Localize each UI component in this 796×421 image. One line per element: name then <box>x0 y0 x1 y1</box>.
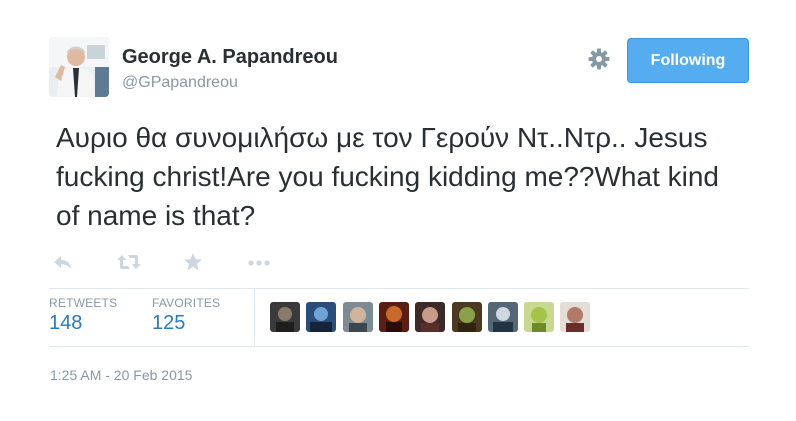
retweet-icon[interactable] <box>116 250 142 274</box>
favoriter-avatar-1[interactable] <box>270 302 300 332</box>
favoriter-avatar-7[interactable] <box>488 302 518 332</box>
favoriter-avatar-2[interactable] <box>306 302 336 332</box>
stats-divider-top <box>49 288 749 289</box>
retweets-label: RETWEETS <box>49 296 118 310</box>
more-icon[interactable] <box>246 250 272 274</box>
favoriter-avatar-3[interactable] <box>343 302 373 332</box>
favorites-label: FAVORITES <box>152 296 221 310</box>
favoriter-avatar-6[interactable] <box>452 302 482 332</box>
following-button[interactable]: Following <box>627 38 749 83</box>
tweet-timestamp[interactable]: 1:25 AM - 20 Feb 2015 <box>50 367 192 383</box>
gear-icon[interactable] <box>587 47 611 71</box>
favoriter-avatar-4[interactable] <box>379 302 409 332</box>
author-display-name[interactable]: George A. Papandreou <box>122 46 338 69</box>
favorite-icon[interactable] <box>182 250 204 274</box>
favoriter-avatar-5[interactable] <box>415 302 445 332</box>
retweets-count[interactable]: 148 <box>49 312 82 335</box>
author-avatar[interactable] <box>49 37 109 97</box>
tweet-text: Αυριο θα συνομιλήσω με τον Γερούν Ντ..Ντ… <box>56 122 719 231</box>
stats-vertical-divider <box>254 288 255 346</box>
profile-photo <box>49 37 109 97</box>
favoriter-avatar-9[interactable] <box>560 302 590 332</box>
reply-icon[interactable] <box>52 250 74 274</box>
favorites-count[interactable]: 125 <box>152 312 185 335</box>
favoriter-avatar-8[interactable] <box>524 302 554 332</box>
stats-divider-bottom <box>49 346 749 347</box>
author-handle[interactable]: @GPapandreou <box>122 74 238 92</box>
